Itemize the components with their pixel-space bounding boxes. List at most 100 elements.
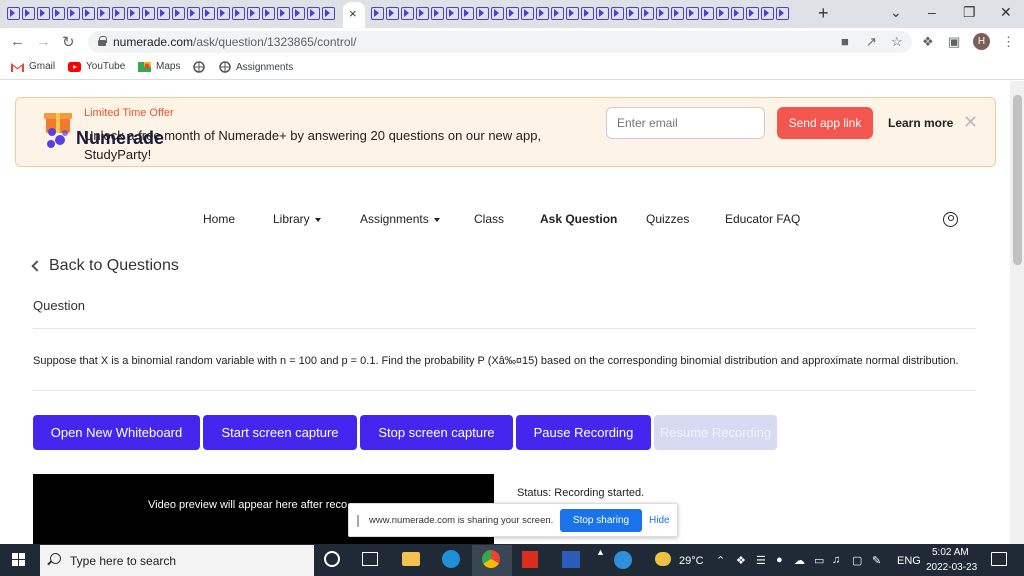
bookmark-gmail[interactable]: Gmail: [11, 61, 55, 72]
new-tab-icon[interactable]: +: [818, 3, 829, 24]
close-icon[interactable]: ✕: [963, 112, 978, 133]
forward-arrow-icon[interactable]: →: [36, 33, 51, 50]
edge-icon[interactable]: [442, 550, 460, 568]
weather-icon[interactable]: [655, 552, 671, 566]
resume-recording-button: Resume Recording: [654, 415, 777, 450]
chevron-up-icon[interactable]: ⌃: [716, 554, 725, 567]
maps-icon: [138, 61, 151, 72]
start-screen-capture-button[interactable]: Start screen capture: [203, 415, 357, 450]
back-label: Back to Questions: [49, 257, 179, 274]
tab-favicons-left[interactable]: [6, 6, 336, 22]
globe-icon: [193, 61, 205, 73]
url-text[interactable]: numerade.com/ask/question/1323865/contro…: [113, 35, 357, 49]
bookmark-maps-label: Maps: [156, 61, 181, 72]
email-input[interactable]: [606, 107, 765, 139]
back-arrow-icon[interactable]: ←: [10, 33, 25, 50]
url-domain: numerade.com: [113, 35, 194, 49]
nav-assignments[interactable]: Assignments: [360, 212, 440, 226]
nav-quizzes[interactable]: Quizzes: [646, 212, 689, 226]
nav-assignments-label: Assignments: [360, 212, 429, 226]
bookmark-star-icon[interactable]: ☆: [891, 34, 903, 50]
close-window-icon[interactable]: ✕: [1000, 4, 1012, 21]
video-preview-text: Video preview will appear here after rec…: [148, 499, 348, 511]
help-icon[interactable]: [614, 551, 632, 569]
volume-icon[interactable]: ♫: [832, 554, 840, 566]
globe-icon: [219, 61, 231, 73]
menu-icon[interactable]: ⋮: [1002, 34, 1015, 50]
bookmark-gmail-label: Gmail: [29, 61, 56, 72]
reload-icon[interactable]: ↻: [62, 33, 75, 51]
nav-ask-question[interactable]: Ask Question: [540, 212, 617, 226]
nav-library[interactable]: Library: [273, 212, 321, 226]
recording-status: Status: Recording started.: [517, 487, 645, 499]
dropbox-icon[interactable]: ❖: [736, 554, 746, 567]
network-icon[interactable]: ☰: [756, 554, 766, 567]
taskbar-search-placeholder: Type here to search: [70, 554, 177, 568]
open-whiteboard-button[interactable]: Open New Whiteboard: [33, 415, 200, 450]
lock-icon: [98, 36, 107, 46]
language-indicator[interactable]: ENG: [897, 555, 921, 567]
stop-screen-capture-button[interactable]: Stop screen capture: [360, 415, 513, 450]
onedrive-icon[interactable]: ☁: [794, 554, 805, 567]
caret-down-icon: [433, 217, 440, 222]
question-text: Suppose that X is a binomial random vari…: [33, 355, 959, 367]
learn-more-link[interactable]: Learn more: [888, 116, 953, 130]
user-account-icon[interactable]: [943, 212, 958, 227]
page-content: Limited Time Offer Unlock a free month o…: [0, 81, 1010, 544]
scrollbar-thumb[interactable]: [1013, 95, 1022, 265]
chevron-left-icon: [31, 260, 43, 272]
hide-button[interactable]: Hide: [649, 515, 670, 526]
extensions-icon[interactable]: ❖: [922, 34, 934, 50]
divider: [33, 328, 976, 329]
temperature[interactable]: 29°C: [679, 555, 704, 567]
profile-avatar[interactable]: H: [973, 33, 990, 50]
display-icon[interactable]: ▢: [852, 554, 862, 567]
tab-favicons-right[interactable]: [370, 6, 790, 22]
clock-time[interactable]: 5:02 AM: [932, 547, 969, 558]
search-icon: [50, 553, 61, 564]
bookmark-assignments-label: Assignments: [236, 61, 294, 73]
bookmark-youtube[interactable]: YouTube: [68, 61, 125, 72]
microphone-icon[interactable]: ●: [776, 554, 783, 566]
drag-handle-icon[interactable]: [357, 515, 359, 527]
file-explorer-icon[interactable]: [402, 552, 420, 566]
back-to-questions-link[interactable]: Back to Questions: [31, 257, 179, 275]
clock-date[interactable]: 2022-03-23: [926, 562, 977, 573]
question-heading: Question: [33, 298, 86, 313]
battery-icon[interactable]: ▭: [814, 554, 824, 567]
scroll-up-icon[interactable]: ▲: [596, 547, 605, 557]
notification-icon[interactable]: [991, 552, 1007, 566]
bookmark-globe[interactable]: [193, 61, 205, 73]
numerade-logo[interactable]: Numerade: [46, 126, 164, 150]
offer-title: Limited Time Offer: [84, 107, 174, 119]
acrobat-icon[interactable]: [522, 551, 538, 568]
send-app-link-button[interactable]: Send app link: [777, 107, 873, 139]
nav-class[interactable]: Class: [474, 212, 504, 226]
pause-recording-button[interactable]: Pause Recording: [516, 415, 651, 450]
tab-search-icon[interactable]: ⌄: [890, 4, 902, 21]
windows-start-icon[interactable]: [12, 553, 26, 567]
tab-close-icon[interactable]: ×: [349, 6, 357, 21]
divider: [33, 390, 976, 391]
minimize-icon[interactable]: –: [928, 4, 936, 20]
pen-icon[interactable]: ✎: [872, 554, 881, 567]
bookmark-youtube-label: YouTube: [86, 61, 126, 72]
logo-text: Numerade: [76, 127, 165, 148]
share-icon[interactable]: ↗: [866, 34, 877, 50]
camera-icon[interactable]: ■: [841, 34, 849, 49]
restore-icon[interactable]: ❐: [963, 4, 976, 21]
screen-share-bar: www.numerade.com is sharing your screen.…: [348, 503, 678, 537]
word-icon[interactable]: [562, 551, 580, 568]
nav-educator-faq[interactable]: Educator FAQ: [725, 212, 800, 226]
task-view-icon[interactable]: [362, 552, 378, 566]
cortana-icon[interactable]: [324, 551, 340, 567]
caret-down-icon: [314, 217, 321, 222]
nav-home[interactable]: Home: [203, 212, 235, 226]
bookmark-maps[interactable]: Maps: [138, 61, 180, 72]
stop-sharing-button[interactable]: Stop sharing: [560, 509, 642, 532]
sidebar-icon[interactable]: ▣: [948, 34, 960, 50]
nav-library-label: Library: [273, 212, 310, 226]
chrome-icon[interactable]: [482, 550, 500, 568]
bookmark-assignments[interactable]: Assignments: [219, 61, 293, 73]
url-path: /ask/question/1323865/control/: [193, 35, 357, 49]
